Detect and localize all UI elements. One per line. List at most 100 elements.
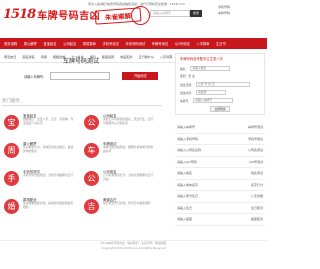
list-input[interactable]: 请输入车牌号 bbox=[177, 125, 195, 129]
service-desc: 车牌号码吉凶测试，数理分析车牌号的吉凶好坏 bbox=[103, 145, 154, 153]
nav-item[interactable]: 八字算命 bbox=[196, 41, 209, 46]
nav-item[interactable]: 手机号测试 bbox=[102, 41, 118, 46]
site-search: 请输入关键字 搜索 bbox=[150, 10, 202, 17]
list-input[interactable]: 请输入生日 bbox=[177, 206, 192, 210]
form-row: 出生时间： 请选择 bbox=[180, 90, 226, 95]
service-desc: 每日黄道吉日查询，择吉日办事更顺利 bbox=[103, 201, 151, 205]
service-desc: 依据姓氏、出生八字、五行、喜用神，为宝宝起个好名字 bbox=[23, 117, 74, 125]
list-button[interactable]: 姓名测试 bbox=[251, 171, 263, 175]
list-button[interactable]: 星座配对 bbox=[251, 217, 263, 221]
company-test-icon: 公 bbox=[84, 171, 99, 186]
list-item[interactable]: 请输入车牌号 车牌号测试 bbox=[175, 122, 265, 134]
phone-icon: 手 bbox=[4, 171, 19, 186]
service-card[interactable]: 公 公司测名 公司名称测试打分，分析名称数理与五行吉凶 bbox=[82, 168, 156, 192]
plate-birth-panel: 车牌号码选号配车主生辰八字 姓名： 请输入姓名 性别： 男 女 出生日期： 公历… bbox=[175, 53, 265, 115]
list-button[interactable]: 八字合婚 bbox=[251, 194, 263, 198]
list-item[interactable]: 请输入姓名 姓名测试 bbox=[175, 168, 265, 180]
service-card[interactable]: 公 公司起名 免费公司名称测试起名，结合行业、五行与数理为公司起好名 bbox=[82, 112, 156, 136]
service-card[interactable]: 婚 属相配对 生肖属相婚配查询，看看你们的属相是否相配 bbox=[2, 196, 76, 220]
service-desc: 手机号码吉凶测试，分析号码数理与五行 bbox=[23, 173, 74, 177]
car-plate-icon: 车 bbox=[84, 143, 99, 158]
name-input[interactable]: 请输入姓名 bbox=[190, 66, 231, 71]
name-label: 姓名： bbox=[180, 66, 189, 71]
dream-icon: 周 bbox=[4, 143, 19, 158]
quick-test-list: 请输入车牌号 车牌号测试 请输入手机号码 手机号测试 请输入公司名全称 公司名测试 请… bbox=[175, 122, 265, 226]
start-test-button[interactable]: 开始测试 bbox=[122, 72, 159, 80]
service-desc: 公司名称测试打分，分析名称数理与五行吉凶 bbox=[103, 173, 154, 181]
service-card[interactable]: 车 车牌测试 车牌号码吉凶测试，数理分析车牌号的吉凶好坏 bbox=[82, 140, 156, 164]
nav-item[interactable]: 首页测算 bbox=[4, 41, 17, 46]
birth-time-label: 出生时间： bbox=[180, 90, 194, 95]
footer: 1518车牌号码吉凶 · 联系我们 · 免责声明 · 网站地图 Copyrigh… bbox=[0, 240, 267, 251]
company-name-icon: 公 bbox=[84, 115, 99, 130]
form-row: 性别： 男 女 bbox=[180, 74, 195, 78]
site-logo[interactable]: 1518 车牌号码吉凶 bbox=[3, 4, 100, 24]
list-input[interactable]: 请输入姓名 bbox=[177, 171, 192, 175]
list-input[interactable]: 请输入星座 bbox=[177, 217, 192, 221]
service-desc: 生肖属相婚配查询，看看你们的属相是否相配 bbox=[23, 201, 74, 209]
gender-label: 性别： bbox=[180, 74, 189, 78]
nav-item[interactable]: QQ号测试 bbox=[175, 41, 190, 46]
quick-links: 手机号码 车牌号码 bbox=[218, 4, 264, 16]
service-card[interactable]: 宝 宝宝起名 依据姓氏、出生八字、五行、喜用神，为宝宝起个好名字 bbox=[2, 112, 76, 136]
service-card[interactable]: 吉 黄道吉日 每日黄道吉日查询，择吉日办事更顺利 bbox=[82, 196, 156, 220]
list-button[interactable]: 车牌号测试 bbox=[248, 125, 263, 129]
list-item[interactable]: 请输入男方生日 八字合婚 bbox=[175, 191, 265, 203]
service-card[interactable]: 手 手机号测试 手机号码吉凶测试，分析号码数理与五行 bbox=[2, 168, 76, 192]
nav-item[interactable]: 手机号码测试 bbox=[125, 41, 145, 46]
calendar-icon: 吉 bbox=[84, 199, 99, 214]
list-button[interactable]: QQ号测试 bbox=[249, 160, 263, 164]
top-notice: 紧急入驻/每日免费号码改运抽奖活动，进行计算机安全检测 · 1518.com bbox=[88, 2, 185, 6]
plate-test-form: 请输入车牌号： 开始测试 bbox=[24, 72, 159, 80]
copyright: Copyright 2012 1518.com All Rights Reser… bbox=[101, 246, 166, 250]
marriage-icon: 婚 bbox=[4, 199, 19, 214]
list-button[interactable]: 手机号测试 bbox=[248, 137, 263, 141]
form-row: 出生日期： 公历 年 月 日 bbox=[180, 82, 250, 87]
list-input[interactable]: 请输入你的名字 bbox=[177, 183, 198, 187]
nav-item[interactable]: 公司起名 bbox=[63, 41, 76, 46]
seal-icon bbox=[131, 6, 150, 25]
page-title: 车牌号码测试 bbox=[62, 58, 99, 65]
panel-submit-button[interactable]: 立即测试 bbox=[210, 106, 230, 112]
gender-radio[interactable]: 男 女 bbox=[188, 74, 194, 78]
nav-item[interactable]: 生日书 bbox=[216, 41, 226, 46]
birth-date-label: 出生日期： bbox=[180, 82, 194, 87]
quick-link[interactable]: 车牌号码 bbox=[218, 10, 264, 16]
search-input[interactable]: 请输入关键字 bbox=[150, 10, 190, 17]
list-input[interactable]: 请输入男方生日 bbox=[177, 194, 198, 198]
plate-field[interactable]: 请输入车牌号 bbox=[193, 98, 234, 103]
list-item[interactable]: 请输入你的名字 名字打分 bbox=[175, 180, 265, 191]
plate-input-label: 请输入车牌号： bbox=[24, 74, 47, 79]
list-input[interactable]: 请输入QQ号码 bbox=[177, 160, 197, 164]
list-item[interactable]: 请输入星座 星座配对 bbox=[175, 214, 265, 226]
form-row: 车牌号： 请输入车牌号 bbox=[180, 98, 234, 103]
header: 1518 车牌号码吉凶 紧急入驻/每日免费号码改运抽奖活动，进行计算机安全检测 … bbox=[0, 0, 267, 30]
list-button[interactable]: 公司名测试 bbox=[248, 148, 263, 152]
form-row: 姓名： 请输入姓名 bbox=[180, 66, 231, 71]
nav-item[interactable]: 车牌号测试 bbox=[152, 41, 168, 46]
main-nav: 首页测算 周公解梦 宝宝起名 公司起名 周易算命 手机号测试 手机号码测试 车牌… bbox=[0, 38, 267, 49]
nav-item[interactable]: 宝宝起名 bbox=[43, 41, 56, 46]
list-item[interactable]: 请输入手机号码 手机号测试 bbox=[175, 134, 265, 145]
service-desc: 免费公司名称测试起名，结合行业、五行与数理为公司起好名 bbox=[103, 117, 154, 125]
search-button[interactable]: 搜索 bbox=[190, 10, 202, 17]
list-item[interactable]: 请输入公司名全称 公司名测试 bbox=[175, 145, 265, 157]
birth-date-select[interactable]: 公历 年 月 日 bbox=[196, 82, 250, 87]
nav-item[interactable]: 周易算命 bbox=[83, 41, 96, 46]
list-item[interactable]: 请输入QQ号码 QQ号测试 bbox=[175, 157, 265, 168]
birth-time-select[interactable]: 请选择 bbox=[196, 90, 226, 95]
plate-input[interactable] bbox=[50, 72, 111, 80]
panel-title: 车牌号码选号配车主生辰八字 bbox=[180, 57, 223, 61]
nav-item[interactable]: 周公解梦 bbox=[24, 41, 37, 46]
service-card[interactable]: 周 周公解梦 周公解梦大全，查询梦境吉凶寓意，解读梦中的预兆 bbox=[2, 140, 76, 164]
list-button[interactable]: 名字打分 bbox=[251, 183, 263, 187]
logo-number: 1518 bbox=[3, 6, 36, 22]
service-desc: 周公解梦大全，查询梦境吉凶寓意，解读梦中的预兆 bbox=[23, 145, 74, 153]
list-item[interactable]: 请输入生日 生日配对 bbox=[175, 203, 265, 214]
baby-name-icon: 宝 bbox=[4, 115, 19, 130]
list-input[interactable]: 请输入公司名全称 bbox=[177, 148, 201, 152]
plate-label: 车牌号： bbox=[180, 98, 192, 103]
list-input[interactable]: 请输入手机号码 bbox=[177, 137, 198, 141]
logo-text: 车牌号码吉凶 bbox=[37, 10, 101, 22]
list-button[interactable]: 生日配对 bbox=[251, 206, 263, 210]
